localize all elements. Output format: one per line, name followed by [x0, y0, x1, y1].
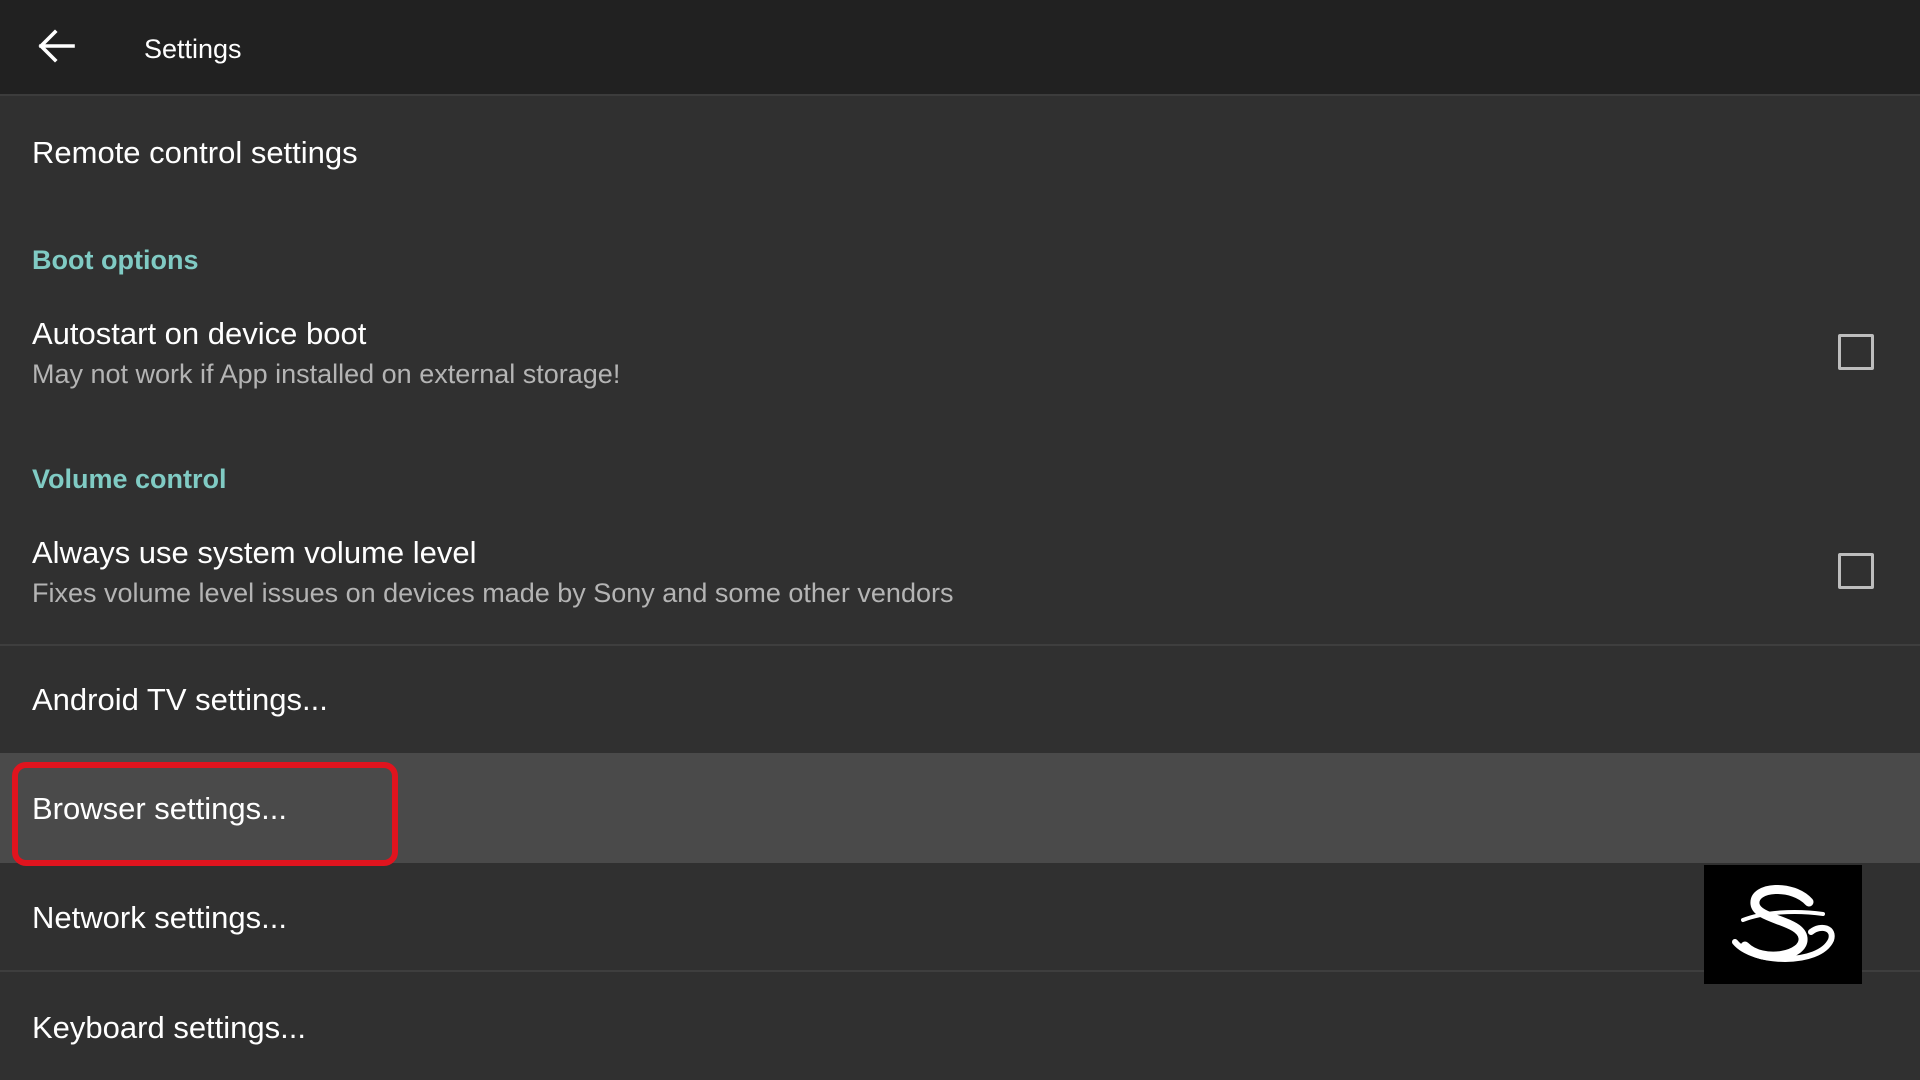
system-volume-checkbox[interactable] [1838, 553, 1874, 589]
android-tv-settings-item[interactable]: Android TV settings... [0, 646, 1920, 753]
autostart-summary: May not work if App installed on externa… [32, 359, 621, 389]
page-title: Settings [144, 34, 242, 64]
back-button[interactable] [22, 14, 90, 82]
watermark-logo [1704, 865, 1862, 984]
network-settings-label: Network settings... [32, 900, 287, 935]
android-tv-settings-label: Android TV settings... [32, 682, 328, 717]
arrow-left-icon [37, 28, 75, 68]
keyboard-settings-item[interactable]: Keyboard settings... [0, 972, 1920, 1080]
script-s-logo-icon [1732, 884, 1835, 962]
autostart-title: Autostart on device boot [32, 316, 367, 351]
volume-control-category: Volume control [32, 464, 227, 494]
keyboard-settings-label: Keyboard settings... [32, 1010, 306, 1045]
remote-control-settings-label: Remote control settings [32, 135, 358, 170]
settings-screen: Settings Remote control settings Boot op… [0, 0, 1920, 1080]
system-volume-summary: Fixes volume level issues on devices mad… [32, 578, 954, 608]
autostart-checkbox[interactable] [1838, 334, 1874, 370]
browser-settings-label: Browser settings... [32, 791, 287, 826]
autostart-on-boot-item[interactable]: Autostart on device boot May not work if… [0, 300, 1920, 408]
remote-control-settings-item[interactable]: Remote control settings [0, 96, 1920, 210]
app-bar: Settings [0, 0, 1920, 96]
system-volume-item[interactable]: Always use system volume level Fixes vol… [0, 519, 1920, 644]
network-settings-item[interactable]: Network settings... [0, 863, 1920, 970]
browser-settings-item[interactable]: Browser settings... [0, 753, 1920, 863]
system-volume-title: Always use system volume level [32, 535, 477, 570]
boot-options-category: Boot options [32, 245, 199, 275]
